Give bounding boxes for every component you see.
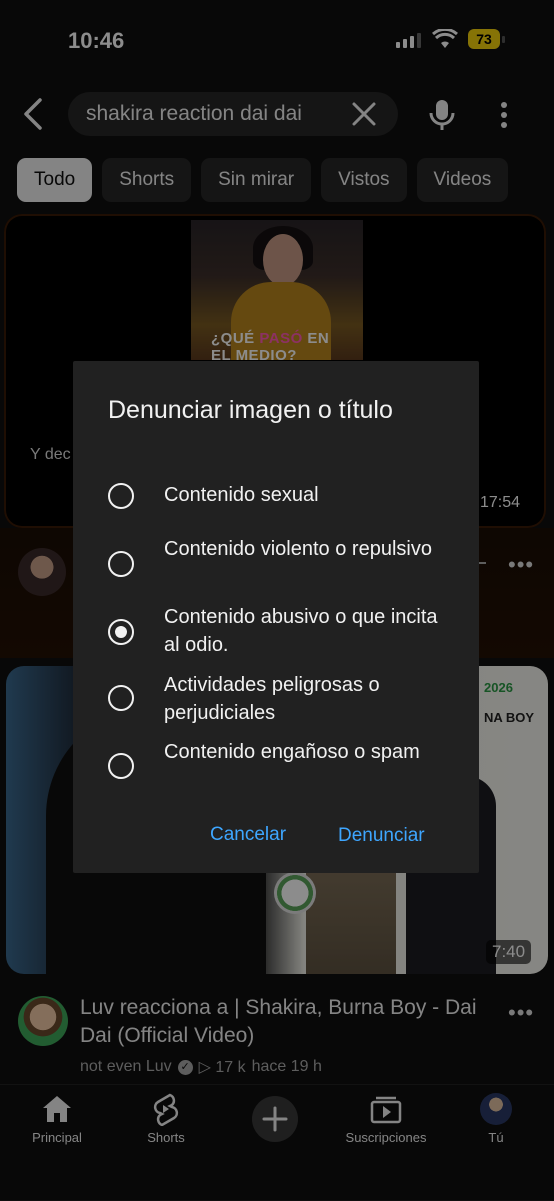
report-button[interactable]: Denunciar — [338, 825, 425, 847]
radio-button-selected[interactable] — [108, 619, 134, 645]
dialog-title: Denunciar imagen o título — [108, 396, 393, 424]
radio-button[interactable] — [108, 483, 134, 509]
cancel-button[interactable]: Cancelar — [210, 824, 286, 846]
option-label: Contenido abusivo o que incita al odio. — [164, 606, 438, 656]
option-label: Contenido engañoso o spam — [164, 741, 420, 763]
radio-button[interactable] — [108, 753, 134, 779]
option-label: Actividades peligrosas o perjudiciales — [164, 674, 380, 724]
radio-button[interactable] — [108, 551, 134, 577]
radio-button[interactable] — [108, 685, 134, 711]
option-label: Contenido sexual — [164, 484, 319, 506]
option-label: Contenido violento o repulsivo — [164, 538, 432, 560]
